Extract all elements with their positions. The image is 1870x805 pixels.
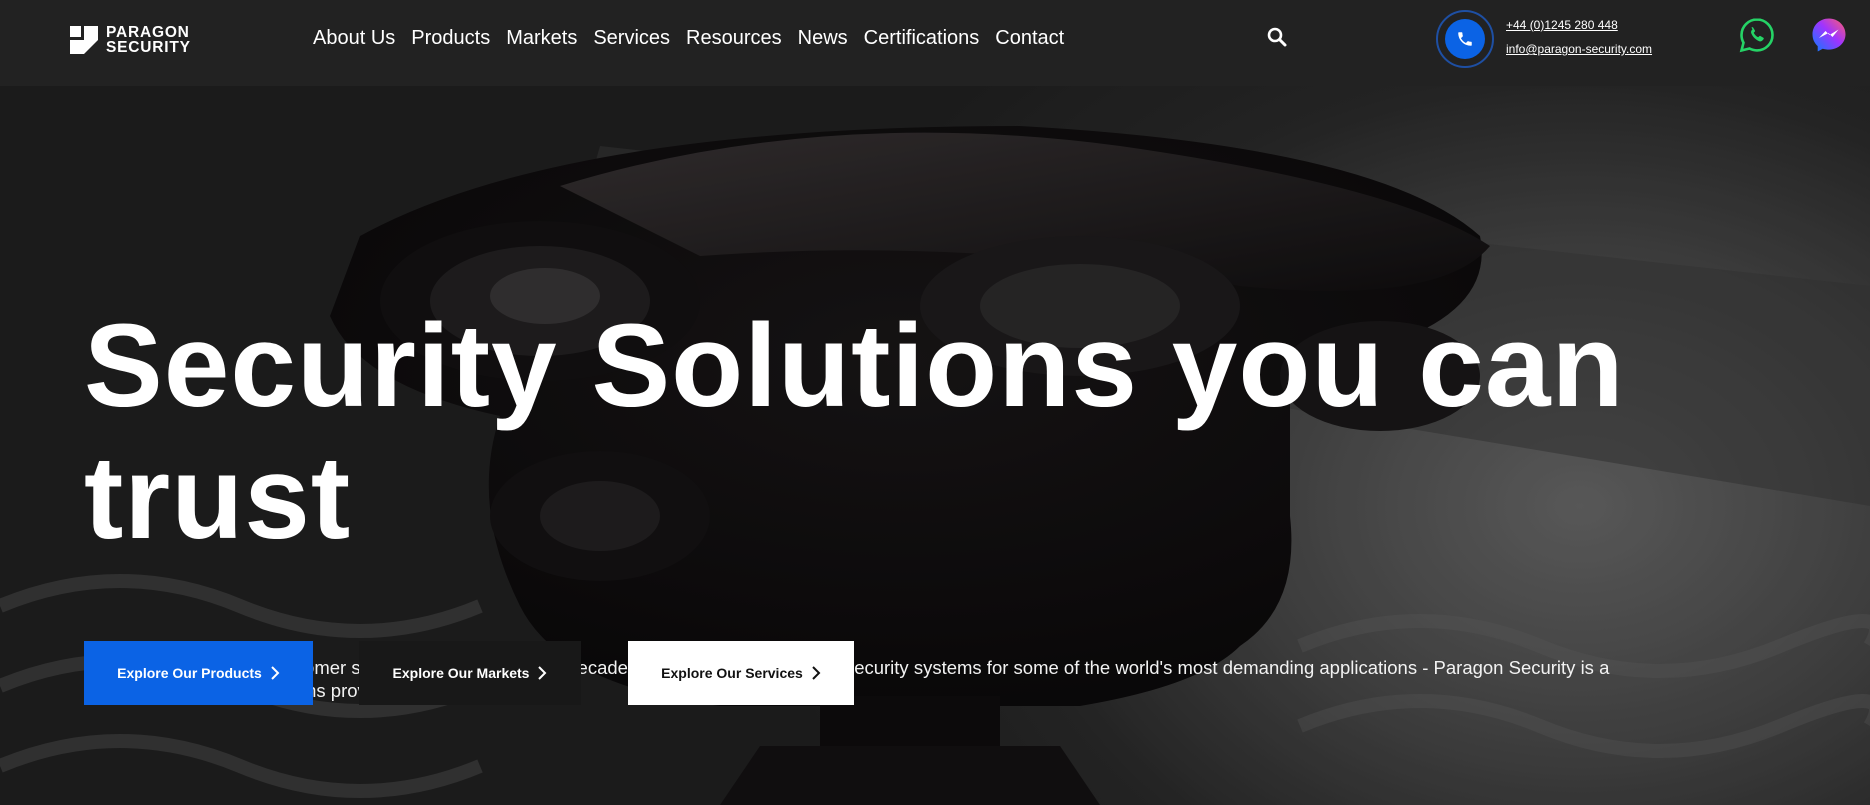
explore-products-button[interactable]: Explore Our Products [84,641,313,705]
contact-links: +44 (0)1245 280 448 info@paragon-securit… [1506,18,1652,56]
explore-markets-label: Explore Our Markets [392,665,530,681]
phone-icon [1458,32,1472,46]
nav-item-certifications[interactable]: Certifications [864,27,980,50]
search-icon[interactable] [1266,26,1288,48]
main-nav: About Us Products Markets Services Resou… [313,27,1080,50]
chevron-right-icon [271,666,280,680]
nav-item-services[interactable]: Services [593,27,670,50]
explore-services-button[interactable]: Explore Our Services [628,641,854,705]
explore-products-label: Explore Our Products [117,665,262,681]
email-link[interactable]: info@paragon-security.com [1506,42,1652,56]
nav-item-news[interactable]: News [798,27,848,50]
brand-name: PARAGON SECURITY [106,24,191,56]
nav-item-resources[interactable]: Resources [686,27,782,50]
logo-mark-icon [70,26,98,54]
brand-line1: PARAGON [106,24,190,41]
whatsapp-icon[interactable] [1739,17,1775,53]
nav-item-about-us[interactable]: About Us [313,27,395,50]
brand-line2: SECURITY [106,39,191,56]
hero-headline: Security Solutions you can trust [84,300,1644,564]
explore-markets-button[interactable]: Explore Our Markets [359,641,581,705]
site-header: PARAGON SECURITY About Us Products Marke… [0,0,1870,86]
nav-item-markets[interactable]: Markets [506,27,577,50]
nav-item-contact[interactable]: Contact [995,27,1064,50]
phone-icon-wrap [1445,19,1485,59]
nav-item-products[interactable]: Products [411,27,490,50]
messenger-icon[interactable] [1811,17,1847,53]
phone-badge[interactable] [1436,10,1494,68]
explore-services-label: Explore Our Services [661,665,803,681]
hero-intro-text: Founded on first class customer service … [84,657,1610,701]
phone-link[interactable]: +44 (0)1245 280 448 [1506,18,1652,32]
hero-headline-line2: trust [84,432,352,564]
brand-logo[interactable]: PARAGON SECURITY [70,25,191,55]
chevron-right-icon [538,666,547,680]
hero-headline-line1: Security Solutions you can [84,300,1625,432]
chevron-right-icon [812,666,821,680]
